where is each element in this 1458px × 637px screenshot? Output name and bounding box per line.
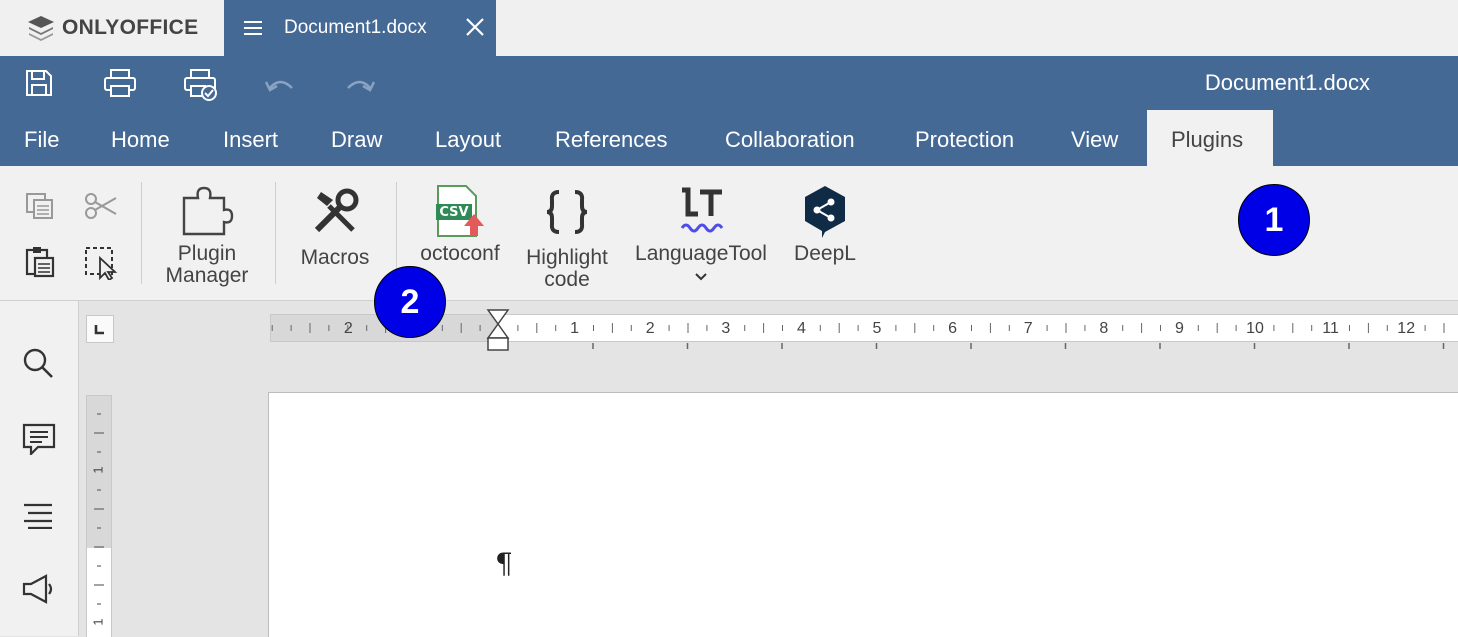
ruler-number: 5 [873,320,882,337]
document-title: Document1.docx [1204,70,1370,95]
highlight-code-label: Highlight code [526,246,608,291]
paragraph-mark: ¶ [495,547,513,580]
hamburger-menu-icon[interactable] [244,20,264,36]
ruler-number: 7 [1024,320,1033,337]
select-all-icon[interactable] [84,246,118,280]
left-panel [0,301,79,636]
save-icon[interactable] [24,68,54,98]
feedback-megaphone-icon[interactable] [22,573,56,605]
toolbar-separator [141,182,142,284]
title-bar: ONLYOFFICE Document1.docx [0,0,1458,56]
cut-icon[interactable] [84,192,118,220]
ruler-number: 12 [1397,320,1415,337]
paste-icon[interactable] [24,246,56,278]
octoconf-button[interactable]: CSV octoconf [414,184,506,265]
macros-label: Macros [300,246,370,269]
plugin-manager-button[interactable]: Plugin Manager [160,184,254,287]
copy-icon[interactable] [25,192,55,220]
tab-protection[interactable]: Protection [891,110,1038,166]
annotation-badge-1: 1 [1238,184,1310,256]
indent-marker[interactable] [486,308,510,352]
ruler-number: 9 [1175,320,1184,337]
deepl-label: DeepL [794,242,856,265]
close-icon[interactable] [464,16,486,38]
deepl-button[interactable]: DeepL [788,184,862,265]
languagetool-icon [680,187,724,233]
vertical-ruler[interactable]: 11 [86,395,112,637]
tab-left-icon [94,325,104,335]
macros-tools-icon [314,188,359,233]
search-icon[interactable] [22,347,54,379]
tab-draw[interactable]: Draw [307,110,406,166]
comments-icon[interactable] [22,423,56,455]
tab-home[interactable]: Home [87,110,194,166]
horizontal-ruler[interactable]: 2123456789101112 [270,314,1458,349]
document-page[interactable]: ¶ [268,392,1458,637]
editor-header: Document1.docx File Home Insert Draw Lay… [0,56,1458,166]
csv-upload-icon: CSV [436,185,484,237]
chevron-down-icon[interactable] [694,272,708,282]
undo-icon[interactable] [264,74,296,98]
ruler-number: 4 [797,320,806,337]
ruler-number: 3 [721,320,730,337]
redo-icon[interactable] [344,74,376,98]
tab-collaboration[interactable]: Collaboration [701,110,879,166]
navigation-icon[interactable] [22,501,56,529]
ruler-number: 10 [1246,320,1264,337]
tab-layout[interactable]: Layout [411,110,525,166]
tab-insert[interactable]: Insert [199,110,302,166]
tab-file[interactable]: File [0,110,83,166]
deepl-icon [805,186,845,238]
ruler-number: 11 [1322,320,1339,337]
logo-text: ONLYOFFICE [62,16,199,39]
document-tab[interactable]: Document1.docx [224,0,496,56]
vertical-ruler-ticks: 11 [90,413,105,626]
quick-print-icon[interactable] [183,68,219,102]
plugin-manager-label: Plugin Manager [165,242,249,287]
ruler-number: 2 [344,320,353,337]
ruler-number: 2 [646,320,655,337]
print-icon[interactable] [103,68,137,98]
document-tab-title: Document1.docx [284,17,427,38]
ruler-ticks: 2123456789101112 [271,320,1445,349]
onlyoffice-logo-icon [28,16,54,41]
csv-icon-text: CSV [439,205,468,220]
tab-stop-selector[interactable] [86,315,114,343]
octoconf-label: octoconf [420,242,500,265]
onlyoffice-logo[interactable]: ONLYOFFICE [0,0,225,56]
tab-plugins[interactable]: Plugins [1147,110,1273,166]
languagetool-label: LanguageTool [635,242,767,265]
tab-references[interactable]: References [531,110,692,166]
annotation-badge-2: 2 [374,266,446,338]
languagetool-button[interactable]: LanguageTool [630,186,772,287]
puzzle-icon [182,186,234,236]
tab-view[interactable]: View [1047,110,1142,166]
highlight-code-button[interactable]: Highlight code [520,188,614,291]
curly-braces-icon [546,190,588,234]
ruler-number: 1 [90,618,105,625]
ruler-number: 8 [1099,320,1108,337]
toolbar-separator [275,182,276,284]
ruler-number: 6 [948,320,957,337]
ribbon-tabs: File Home Insert Draw Layout References … [0,110,1458,166]
macros-button[interactable]: Macros [296,188,374,269]
ruler-number: 1 [90,466,105,473]
ruler-number: 1 [570,320,579,337]
plugins-toolbar: Plugin Manager Macros CSV octoconf Highl… [0,166,1458,301]
